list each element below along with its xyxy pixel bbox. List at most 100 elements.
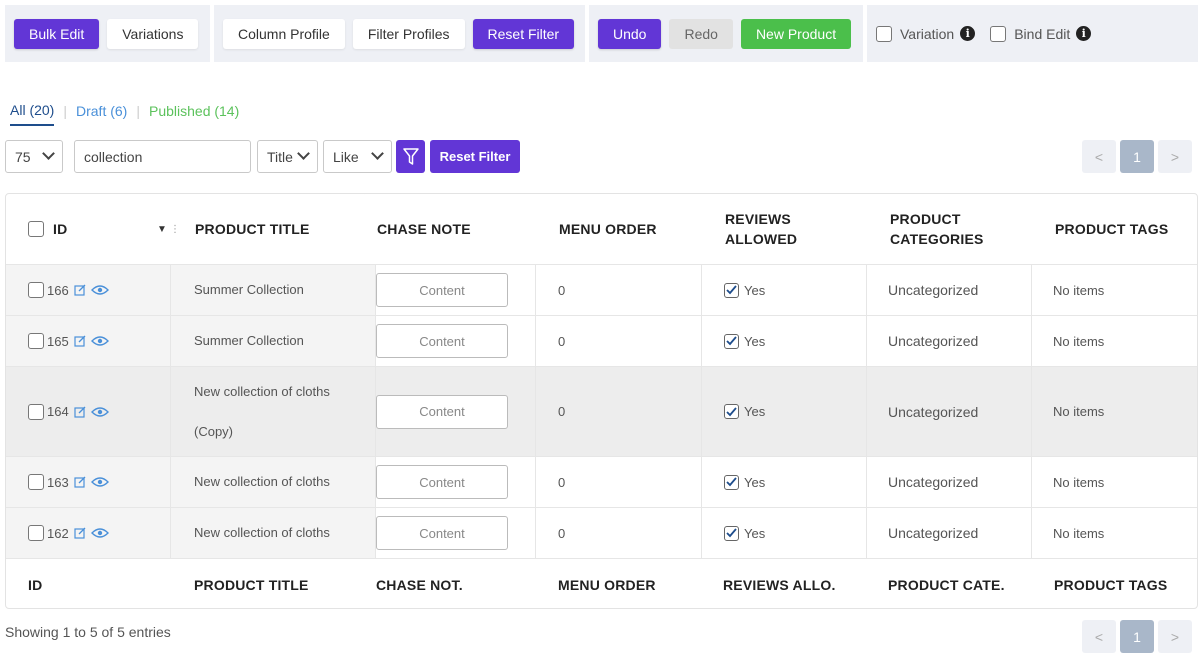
operator-select[interactable]: Like bbox=[323, 140, 392, 173]
chase-note-content-button[interactable]: Content bbox=[376, 394, 508, 429]
variation-checkbox[interactable] bbox=[876, 25, 892, 42]
row-checkbox[interactable] bbox=[28, 333, 44, 349]
info-icon[interactable]: i bbox=[1076, 26, 1092, 41]
title-cell[interactable]: New collection of cloths (Copy) bbox=[194, 367, 330, 456]
row-checkbox[interactable] bbox=[28, 474, 44, 490]
prev-page-button[interactable]: < bbox=[1082, 620, 1116, 653]
check-icon bbox=[726, 477, 737, 487]
table-row[interactable]: 162 New collection of cloths Content 0 Yes Un… bbox=[6, 508, 1197, 559]
apply-filter-button[interactable] bbox=[396, 140, 425, 173]
field-select[interactable]: Title bbox=[257, 140, 318, 173]
header-menu-order[interactable]: MENU ORDER bbox=[559, 194, 657, 264]
title-cell[interactable]: Summer Collection bbox=[194, 316, 304, 366]
chase-note-content-button[interactable]: Content bbox=[376, 273, 508, 307]
tags-cell[interactable]: No items bbox=[1053, 457, 1104, 507]
category-cell[interactable]: Uncategorized bbox=[888, 265, 978, 315]
header-categories[interactable]: PRODUCT CATEGORIES bbox=[890, 194, 984, 264]
tab-published[interactable]: Published (14) bbox=[149, 103, 239, 125]
chase-note-content-button[interactable]: Content bbox=[376, 516, 508, 550]
chase-note-content-button[interactable]: Content bbox=[376, 324, 508, 358]
header-reviews-allowed[interactable]: REVIEWS ALLOWED bbox=[725, 194, 797, 264]
check-icon bbox=[726, 336, 737, 346]
edit-icon[interactable] bbox=[74, 476, 86, 488]
column-divider bbox=[701, 508, 702, 558]
table-header: ID ▼ ⋮ PRODUCT TITLE ▲▼ CHASE NOTE MENU … bbox=[6, 194, 1197, 265]
redo-button[interactable]: Redo bbox=[669, 18, 733, 49]
header-title[interactable]: PRODUCT TITLE bbox=[195, 194, 310, 264]
operator-value: Like bbox=[333, 148, 359, 165]
reviews-checkbox[interactable] bbox=[724, 404, 739, 419]
tags-cell[interactable]: No items bbox=[1053, 367, 1104, 456]
column-divider bbox=[535, 316, 536, 366]
row-checkbox[interactable] bbox=[28, 403, 44, 420]
title-cell[interactable]: New collection of cloths bbox=[194, 508, 330, 558]
table-row[interactable]: 163 New collection of cloths Content 0 Yes Un… bbox=[6, 457, 1197, 508]
bind-edit-toggle[interactable]: Bind Edit i bbox=[990, 25, 1092, 42]
table-row[interactable]: 166 Summer Collection Content 0 Yes Uncategor… bbox=[6, 265, 1197, 316]
reviews-checkbox[interactable] bbox=[724, 282, 739, 298]
column-divider bbox=[866, 508, 867, 558]
sort-dropdown-icon[interactable]: ▼ bbox=[157, 194, 167, 264]
undo-button[interactable]: Undo bbox=[598, 18, 662, 49]
row-checkbox[interactable] bbox=[28, 525, 44, 541]
select-all-checkbox[interactable] bbox=[28, 221, 44, 237]
reset-filter-button[interactable]: Reset Filter bbox=[472, 18, 575, 49]
table-row[interactable]: 165 Summer Collection Content 0 Yes Uncategor… bbox=[6, 316, 1197, 367]
eye-icon[interactable] bbox=[90, 527, 109, 539]
category-cell[interactable]: Uncategorized bbox=[888, 367, 978, 456]
eye-icon[interactable] bbox=[90, 284, 109, 296]
row-checkbox[interactable] bbox=[28, 282, 44, 298]
title-cell[interactable]: Summer Collection bbox=[194, 265, 304, 315]
menu-order-cell[interactable]: 0 bbox=[558, 508, 565, 558]
menu-order-cell[interactable]: 0 bbox=[558, 316, 565, 366]
new-product-button[interactable]: New Product bbox=[740, 18, 852, 49]
tags-cell[interactable]: No items bbox=[1053, 265, 1104, 315]
edit-icon[interactable] bbox=[74, 335, 86, 347]
resize-handle[interactable]: ⋮ bbox=[170, 194, 180, 264]
prev-page-button[interactable]: < bbox=[1082, 140, 1116, 173]
edit-icon[interactable] bbox=[74, 406, 86, 418]
category-cell[interactable]: Uncategorized bbox=[888, 316, 978, 366]
menu-order-cell[interactable]: 0 bbox=[558, 265, 565, 315]
page-1-button[interactable]: 1 bbox=[1120, 620, 1154, 653]
eye-icon[interactable] bbox=[90, 335, 109, 347]
header-tags[interactable]: PRODUCT TAGS bbox=[1055, 194, 1168, 264]
category-cell[interactable]: Uncategorized bbox=[888, 508, 978, 558]
reviews-cell: Yes bbox=[724, 457, 765, 507]
header-chase-note[interactable]: CHASE NOTE bbox=[377, 194, 471, 264]
bulk-edit-button[interactable]: Bulk Edit bbox=[14, 18, 100, 49]
table-row[interactable]: 164 New collection of cloths (Copy) Content… bbox=[6, 367, 1197, 457]
tags-cell[interactable]: No items bbox=[1053, 508, 1104, 558]
menu-order-cell[interactable]: 0 bbox=[558, 457, 565, 507]
next-page-button[interactable]: > bbox=[1158, 140, 1192, 173]
eye-icon[interactable] bbox=[90, 406, 109, 418]
menu-order-cell[interactable]: 0 bbox=[558, 367, 565, 456]
sort-icon[interactable]: ▲▼ bbox=[360, 194, 369, 251]
edit-icon[interactable] bbox=[74, 284, 86, 296]
info-icon[interactable]: i bbox=[960, 26, 976, 41]
bind-edit-checkbox[interactable] bbox=[990, 25, 1007, 42]
tab-all[interactable]: All (20) bbox=[10, 102, 55, 126]
tags-cell[interactable]: No items bbox=[1053, 316, 1104, 366]
reviews-checkbox[interactable] bbox=[724, 474, 739, 490]
reset-filter-small-button[interactable]: Reset Filter bbox=[430, 140, 520, 173]
status-tabs: All (20) | Draft (6) | Published (14) bbox=[10, 102, 239, 126]
next-page-button[interactable]: > bbox=[1158, 620, 1192, 653]
variation-toggle[interactable]: Variation i bbox=[876, 25, 976, 42]
per-page-select[interactable]: 75 bbox=[5, 140, 63, 173]
reviews-checkbox[interactable] bbox=[724, 333, 739, 349]
id-cell: 164 bbox=[28, 367, 109, 456]
category-cell[interactable]: Uncategorized bbox=[888, 457, 978, 507]
reviews-checkbox[interactable] bbox=[724, 525, 739, 541]
tab-draft[interactable]: Draft (6) bbox=[76, 103, 127, 125]
filter-profiles-button[interactable]: Filter Profiles bbox=[352, 18, 465, 49]
reviews-value: Yes bbox=[744, 404, 766, 419]
variations-button[interactable]: Variations bbox=[107, 18, 199, 49]
edit-icon[interactable] bbox=[74, 527, 86, 539]
column-profile-button[interactable]: Column Profile bbox=[223, 18, 345, 49]
chase-note-content-button[interactable]: Content bbox=[376, 465, 508, 499]
page-1-button[interactable]: 1 bbox=[1120, 140, 1154, 173]
title-cell[interactable]: New collection of cloths bbox=[194, 457, 330, 507]
eye-icon[interactable] bbox=[90, 476, 109, 488]
search-input[interactable] bbox=[74, 140, 251, 173]
